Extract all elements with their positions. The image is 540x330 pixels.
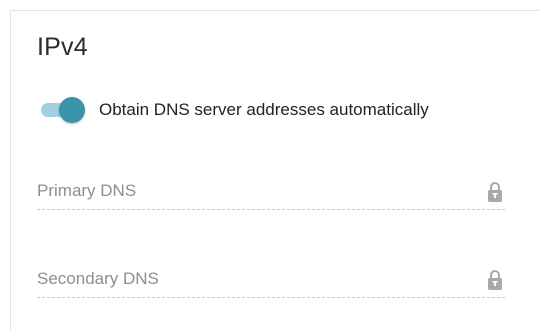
primary-dns-field[interactable]: Primary DNS xyxy=(37,179,505,210)
primary-dns-placeholder: Primary DNS xyxy=(37,181,137,200)
section-title: IPv4 xyxy=(37,33,88,61)
toggle-knob xyxy=(59,97,85,123)
dns-auto-toggle-row[interactable]: Obtain DNS server addresses automaticall… xyxy=(39,95,429,125)
lock-icon xyxy=(488,182,502,202)
dns-auto-toggle[interactable] xyxy=(39,97,85,123)
secondary-dns-field[interactable]: Secondary DNS xyxy=(37,267,505,298)
dns-auto-toggle-label: Obtain DNS server addresses automaticall… xyxy=(99,100,429,119)
secondary-dns-placeholder: Secondary DNS xyxy=(37,269,159,288)
lock-icon xyxy=(488,270,502,290)
ipv4-settings-card: IPv4 Obtain DNS server addresses automat… xyxy=(10,10,540,330)
